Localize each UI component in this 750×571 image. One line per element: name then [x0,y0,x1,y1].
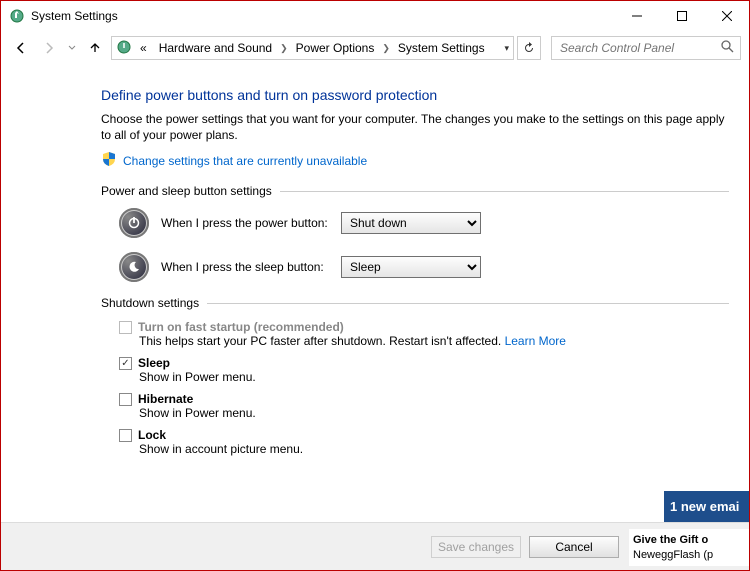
power-button-icon [119,208,149,238]
page-description: Choose the power settings that you want … [101,111,729,143]
breadcrumb-prefix[interactable]: « [136,41,151,55]
save-changes-button[interactable]: Save changes [431,536,521,558]
shutdown-item-title: Sleep [138,356,170,370]
page-title: Define power buttons and turn on passwor… [101,87,729,103]
promo-line2: NeweggFlash (p [633,548,749,562]
promo-line1: Give the Gift o [633,533,749,547]
power-options-small-icon [116,39,132,58]
power-button-select[interactable]: Do nothingSleepHibernateShut down [341,212,481,234]
shutdown-item: HibernateShow in Power menu. [119,392,729,420]
breadcrumb-system-settings[interactable]: System Settings [394,41,489,55]
section-power-sleep-title: Power and sleep button settings [101,184,272,198]
forward-button[interactable] [37,36,61,60]
sleep-button-label: When I press the sleep button: [161,260,341,274]
cancel-button[interactable]: Cancel [529,536,619,558]
sleep-button-select[interactable]: Do nothingSleepHibernateShut down [341,256,481,278]
up-button[interactable] [83,36,107,60]
power-options-icon [9,8,25,24]
refresh-button[interactable] [517,36,541,60]
minimize-button[interactable] [614,1,659,31]
search-box[interactable] [551,36,741,60]
chevron-right-icon[interactable]: ❯ [280,43,288,54]
shutdown-item: ✓ SleepShow in Power menu. [119,356,729,384]
shutdown-item-desc: This helps start your PC faster after sh… [139,334,729,348]
change-settings-link[interactable]: Change settings that are currently unava… [123,154,367,168]
search-icon[interactable] [721,40,734,56]
checkbox[interactable]: ✓ [119,357,132,370]
shutdown-item-title: Hibernate [138,392,193,406]
shutdown-item-desc: Show in Power menu. [139,370,729,384]
breadcrumb-power-options[interactable]: Power Options [292,41,379,55]
close-button[interactable] [704,1,749,31]
maximize-button[interactable] [659,1,704,31]
shutdown-item: Turn on fast startup (recommended)This h… [119,320,729,348]
shutdown-item-title: Turn on fast startup (recommended) [138,320,344,334]
checkbox[interactable] [119,393,132,406]
shutdown-item-desc: Show in Power menu. [139,406,729,420]
address-bar[interactable]: « Hardware and Sound ❯ Power Options ❯ S… [111,36,514,60]
sleep-button-icon [119,252,149,282]
shield-icon [101,151,117,170]
window-title: System Settings [31,9,614,23]
checkbox[interactable] [119,429,132,442]
shutdown-item-desc: Show in account picture menu. [139,442,729,456]
power-button-label: When I press the power button: [161,216,341,230]
shutdown-item: LockShow in account picture menu. [119,428,729,456]
back-button[interactable] [9,36,33,60]
search-input[interactable] [558,40,721,56]
notification-toast[interactable]: 1 new emai [664,491,749,522]
promo-snippet: Give the Gift o NeweggFlash (p [629,529,749,566]
section-shutdown-title: Shutdown settings [101,296,199,310]
checkbox [119,321,132,334]
breadcrumb-hardware-sound[interactable]: Hardware and Sound [155,41,276,55]
divider [280,191,729,192]
shutdown-item-title: Lock [138,428,166,442]
address-dropdown-icon[interactable]: ▾ [504,43,509,54]
learn-more-link[interactable]: Learn More [505,334,566,348]
recent-dropdown-icon[interactable] [65,36,79,60]
chevron-right-icon[interactable]: ❯ [382,43,390,54]
divider [207,303,729,304]
